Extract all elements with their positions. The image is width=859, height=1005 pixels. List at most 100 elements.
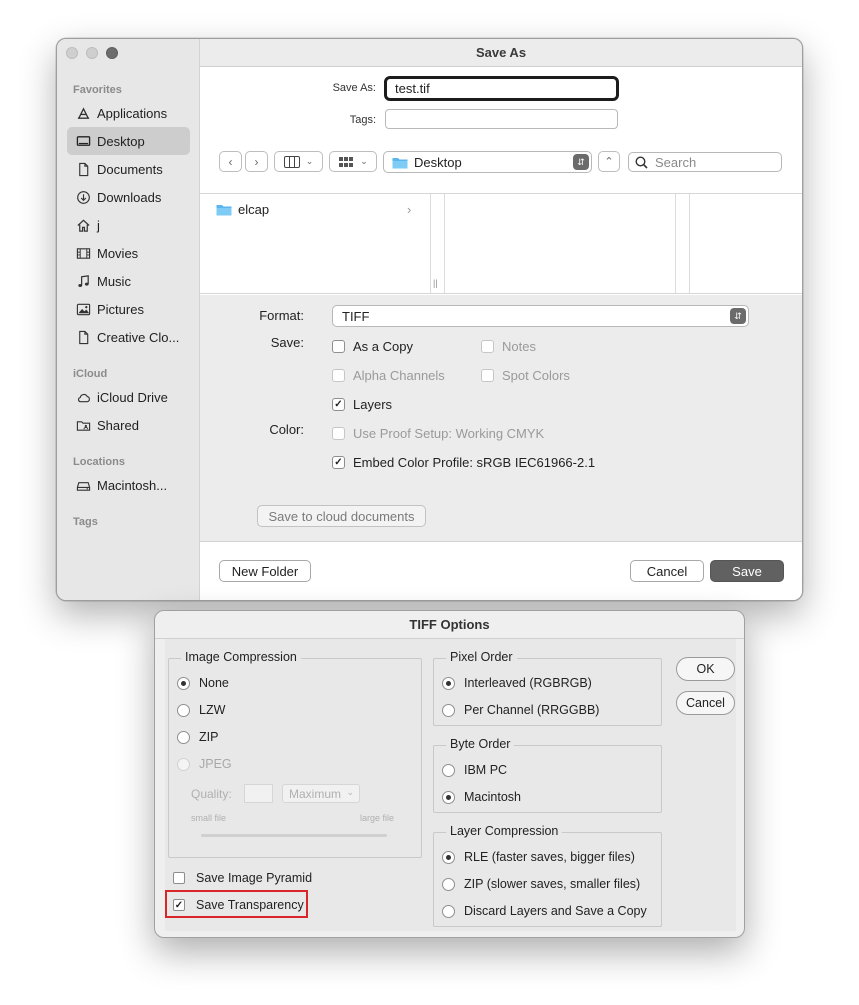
chevron-down-icon: ⌄ [346,787,354,797]
new-folder-button[interactable]: New Folder [219,560,311,582]
folder-icon [392,157,408,168]
save-image-pyramid-checkbox[interactable]: Save Image Pyramid [173,871,312,885]
sidebar-section-favorites: Favorites [73,84,122,96]
large-file-label: large file [360,813,395,823]
desktop-icon [75,133,91,149]
quality-select[interactable]: Maximum ⌄ [282,784,360,803]
column-resize-handle[interactable]: || [433,278,438,288]
sidebar-section-icloud: iCloud [73,368,108,380]
sidebar-section-locations: Locations [73,456,125,468]
tiff-options-dialog: TIFF Options Image Compression None LZW … [154,610,745,938]
sidebar-item-pictures[interactable]: Pictures [67,295,190,323]
save-button[interactable]: Save [710,560,784,582]
image-compression-group: Image Compression None LZW ZIP JPEG Qual… [168,650,422,858]
layer-compression-rle-radio[interactable]: RLE (faster saves, bigger files) [442,850,635,864]
sidebar-section-tags: Tags [73,516,98,528]
document-icon [75,161,91,177]
cancel-button[interactable]: Cancel [676,691,735,715]
cancel-button[interactable]: Cancel [630,560,704,582]
color-label: Color: [269,422,304,437]
close-window-button[interactable] [66,47,78,59]
dialog-title: TIFF Options [155,611,744,639]
download-icon [75,189,91,205]
use-proof-setup-checkbox[interactable]: Use Proof Setup: Working CMYK [332,426,544,441]
collapse-button[interactable]: ⌃ [598,151,620,172]
up-down-arrows-icon: ⇵ [730,308,746,324]
folder-icon [216,205,232,216]
save-as-window: Favorites Applications Desktop Documents… [56,38,803,601]
byte-order-ibm-pc-radio[interactable]: IBM PC [442,763,507,777]
format-select[interactable]: TIFF ⇵ [332,305,749,327]
sidebar-item-music[interactable]: Music [67,267,190,295]
byte-order-group: Byte Order IBM PC Macintosh [433,737,662,813]
spot-colors-checkbox[interactable]: Spot Colors [481,368,570,383]
small-file-label: small file [191,813,227,823]
shared-folder-icon [75,417,91,433]
ok-button[interactable]: OK [676,657,735,681]
compression-lzw-radio[interactable]: LZW [177,703,225,717]
quality-label: Quality: [191,787,232,801]
save-options-panel: Format: TIFF ⇵ Save: As a Copy Notes Alp… [200,295,802,542]
quality-input[interactable] [244,784,273,803]
chevron-up-icon: ⌃ [604,156,614,168]
chevron-right-icon: › [254,154,259,169]
tags-label: Tags: [349,114,376,126]
sidebar-item-downloads[interactable]: Downloads [67,183,190,211]
file-browser[interactable]: elcap › || [200,193,802,294]
view-mode-button[interactable]: ⌄ [274,151,323,172]
chevron-right-icon: › [407,202,412,217]
window-controls [66,47,118,59]
location-popup[interactable]: Desktop ⇵ [383,151,592,173]
zoom-window-button[interactable] [106,47,118,59]
notes-checkbox[interactable]: Notes [481,339,536,354]
sidebar-item-home[interactable]: j [67,211,190,239]
tags-input[interactable] [385,109,618,129]
layers-checkbox[interactable]: Layers [332,397,392,412]
sidebar-item-creative-cloud[interactable]: Creative Clo... [67,323,190,351]
save-panel-content: Save As: test.tif Tags: ‹ › ⌄ ⌄ Desktop … [200,67,802,600]
applications-icon [75,105,91,121]
sidebar: Favorites Applications Desktop Documents… [57,39,200,600]
film-icon [75,245,91,261]
layer-compression-zip-radio[interactable]: ZIP (slower saves, smaller files) [442,877,640,891]
quality-slider[interactable] [201,834,387,837]
back-button[interactable]: ‹ [219,151,242,172]
byte-order-macintosh-radio[interactable]: Macintosh [442,790,521,804]
pixel-order-interleaved-radio[interactable]: Interleaved (RGBRGB) [442,676,592,690]
sidebar-item-icloud-drive[interactable]: iCloud Drive [67,383,190,411]
sidebar-item-documents[interactable]: Documents [67,155,190,183]
search-field[interactable]: Search [628,152,782,172]
save-to-cloud-button[interactable]: Save to cloud documents [257,505,426,527]
compression-none-radio[interactable]: None [177,676,229,690]
minimize-window-button[interactable] [86,47,98,59]
compression-zip-radio[interactable]: ZIP [177,730,218,744]
sidebar-item-desktop[interactable]: Desktop [67,127,190,155]
pixel-order-per-channel-radio[interactable]: Per Channel (RRGGBB) [442,703,599,717]
music-note-icon [75,273,91,289]
columns-view-icon [283,155,300,168]
sidebar-item-movies[interactable]: Movies [67,239,190,267]
picture-icon [75,301,91,317]
disk-icon [75,477,91,493]
window-title: Save As [200,39,802,67]
save-label: Save: [270,335,304,350]
pixel-order-group: Pixel Order Interleaved (RGBRGB) Per Cha… [433,650,662,726]
forward-button[interactable]: › [245,151,268,172]
save-transparency-checkbox[interactable]: Save Transparency [173,898,304,912]
cloud-icon [75,389,91,405]
embed-color-profile-checkbox[interactable]: Embed Color Profile: sRGB IEC61966-2.1 [332,455,595,470]
sidebar-item-macintosh-hd[interactable]: Macintosh... [67,471,190,499]
as-a-copy-checkbox[interactable]: As a Copy [332,339,413,354]
chevron-left-icon: ‹ [228,154,233,169]
list-item-elcap[interactable]: elcap [216,202,269,217]
tiff-options-body: Image Compression None LZW ZIP JPEG Qual… [165,639,736,931]
alpha-channels-checkbox[interactable]: Alpha Channels [332,368,445,383]
compression-jpeg-radio[interactable]: JPEG [177,757,232,771]
filename-input[interactable]: test.tif [384,76,619,101]
group-by-button[interactable]: ⌄ [329,151,377,172]
layer-compression-discard-radio[interactable]: Discard Layers and Save a Copy [442,904,647,918]
chevron-down-icon: ⌄ [360,156,368,166]
sidebar-item-shared[interactable]: Shared [67,411,190,439]
sidebar-item-applications[interactable]: Applications [67,99,190,127]
home-icon [75,217,91,233]
